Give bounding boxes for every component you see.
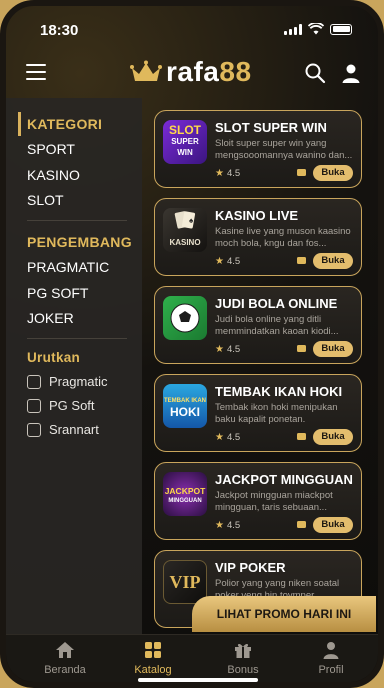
sidebar-item-slot[interactable]: SLOT (27, 192, 64, 208)
sort-option-label: Srannart (49, 422, 99, 437)
soccer-ball-icon (170, 303, 200, 333)
open-button[interactable]: Buka (313, 429, 353, 445)
game-card[interactable]: SLOT SUPER WIN SLOT SUPER WIN Sloit supe… (154, 110, 362, 188)
sidebar-item-kasino[interactable]: KASINO (27, 167, 80, 183)
game-thumbnail: JACKPOT MINGGUAN (163, 472, 207, 516)
star-icon: ★ (215, 432, 224, 443)
sidebar-heading-kategori[interactable]: KATEGORI (27, 116, 102, 132)
wallet-icon (297, 521, 306, 528)
sidebar-heading-urutkan: Urutkan (27, 350, 81, 365)
wifi-icon (308, 23, 324, 35)
game-title: VIP POKER (215, 560, 286, 575)
nav-item-katalog[interactable]: Katalog (108, 640, 198, 676)
sidebar: KATEGORI SPORT KASINO SLOT PENGEMBANG PR… (6, 98, 142, 634)
game-title: JACKPOT MINGGUAN (215, 472, 353, 487)
user-icon (323, 642, 339, 659)
game-rating: ★ 4.5 (215, 168, 241, 179)
divider (27, 220, 127, 221)
sort-option-pragmatic[interactable]: Pragmatic (27, 374, 108, 389)
checkbox[interactable] (27, 422, 41, 437)
wallet-icon (297, 433, 306, 440)
game-thumbnail: TEMBAK IKAN HOKI (163, 384, 207, 428)
wallet-icon (297, 257, 306, 264)
star-icon: ★ (215, 520, 224, 531)
game-description: Judi bola online yang ditli memmindatkan… (215, 314, 339, 337)
game-title: SLOT SUPER WIN (215, 120, 327, 135)
sort-option-pg-soft[interactable]: PG Soft (27, 398, 95, 413)
game-title: KASINO LIVE (215, 208, 299, 223)
game-description: Kasine live yang muson kaasino moch bola… (215, 226, 351, 249)
game-title: TEMBAK IKAN HOKI (215, 384, 343, 399)
star-icon: ★ (215, 344, 224, 355)
wallet-icon (297, 169, 306, 176)
nav-label: Bonus (227, 664, 259, 676)
battery-icon (330, 23, 352, 35)
divider (27, 338, 127, 339)
brand-logo[interactable]: rafa88 (130, 56, 252, 88)
game-rating: ★ 4.5 (215, 520, 241, 531)
crown-icon (130, 60, 162, 81)
game-card[interactable]: JACKPOT MINGGUAN JACKPOT MINGGUAN Jackpo… (154, 462, 362, 540)
game-rating: ★ 4.5 (215, 344, 241, 355)
sort-option-label: Pragmatic (49, 374, 108, 389)
game-thumbnail (163, 296, 207, 340)
wallet-icon (297, 345, 306, 352)
nav-label: Katalog (134, 664, 172, 676)
signal-icon (284, 23, 302, 35)
game-description: Sloit super super win yang mengsooomanny… (215, 138, 353, 161)
sidebar-heading-pengembang: PENGEMBANG (27, 234, 132, 250)
game-thumbnail: SLOT SUPER WIN (163, 120, 207, 164)
game-card[interactable]: ♠ KASINO KASINO LIVE Kasine live yang mu… (154, 198, 362, 276)
promo-button[interactable]: LIHAT PROMO HARI INI (192, 596, 376, 632)
nav-item-bonus[interactable]: Bonus (198, 640, 288, 676)
home-icon (56, 642, 74, 658)
app-header: rafa88 (6, 50, 378, 98)
sidebar-item-sport[interactable]: SPORT (27, 141, 75, 157)
star-icon: ★ (215, 256, 224, 267)
nav-label: Beranda (44, 664, 86, 676)
game-card[interactable]: JUDI BOLA ONLINE Judi bola online yang d… (154, 286, 362, 364)
game-rating: ★ 4.5 (215, 432, 241, 443)
nav-item-beranda[interactable]: Beranda (20, 640, 110, 676)
grid-icon (145, 642, 161, 658)
system-icons (284, 23, 352, 35)
open-button[interactable]: Buka (313, 165, 353, 181)
status-bar: 18:30 (6, 6, 378, 50)
game-description: Tembak ikon hoki menipukan baku kapalit … (215, 402, 338, 425)
nav-label: Profil (318, 664, 344, 676)
phone-screen: 18:30 rafa88 KATEGORI SPORT KASINO SLOT … (0, 0, 384, 688)
game-rating: ★ 4.5 (215, 256, 241, 267)
star-icon: ★ (215, 168, 224, 179)
status-time: 18:30 (40, 22, 79, 39)
open-button[interactable]: Buka (313, 253, 353, 269)
game-title: JUDI BOLA ONLINE (215, 296, 338, 311)
open-button[interactable]: Buka (313, 517, 353, 533)
active-indicator (18, 112, 21, 136)
sort-option-label: PG Soft (49, 398, 95, 413)
sort-option-srannart[interactable]: Srannart (27, 422, 99, 437)
home-indicator (138, 678, 258, 682)
checkbox[interactable] (27, 398, 41, 413)
nav-item-profil[interactable]: Profil (286, 640, 376, 676)
open-button[interactable]: Buka (313, 341, 353, 357)
menu-icon[interactable] (26, 64, 46, 80)
gift-icon (235, 643, 251, 658)
game-thumbnail: ♠ KASINO (163, 208, 207, 252)
game-description: Jackpot mingguan miackpot mingguan, tari… (215, 490, 333, 513)
checkbox[interactable] (27, 374, 41, 389)
sidebar-item-pragmatic[interactable]: PRAGMATIC (27, 259, 109, 275)
user-icon[interactable] (340, 62, 362, 84)
brand-name: rafa88 (166, 56, 252, 87)
search-icon[interactable] (304, 62, 326, 84)
game-card[interactable]: TEMBAK IKAN HOKI TEMBAK IKAN HOKI Tembak… (154, 374, 362, 452)
sidebar-item-pg-soft[interactable]: PG SOFT (27, 285, 88, 301)
sidebar-item-joker[interactable]: JOKER (27, 310, 74, 326)
